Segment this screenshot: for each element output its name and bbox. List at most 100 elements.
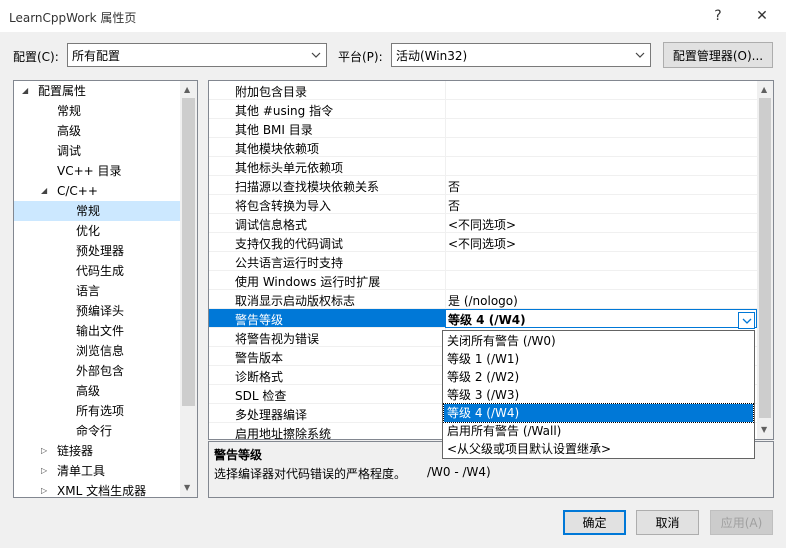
tree-scrollbar[interactable]: ▲ ▼ [180,81,197,497]
property-name: 启用地址擦除系统 [235,427,332,440]
property-row[interactable]: 取消显示启动版权标志 是 (/nologo) [209,290,757,309]
property-name: 扫描源以查找模块依赖关系 [235,180,380,194]
config-manager-button[interactable]: 配置管理器(O)... [663,42,773,68]
tree-item[interactable]: VC++ 目录 [14,161,180,181]
property-row[interactable]: 附加包含目录 [209,81,757,100]
tree-item[interactable]: 语言 [14,281,180,301]
description-text: 选择编译器对代码错误的严格程度。 [214,467,407,481]
expand-icon[interactable]: ▷ [41,481,51,497]
grid-scrollbar[interactable]: ▲ ▼ [757,81,773,439]
platform-select[interactable]: 活动(Win32) [391,43,651,67]
property-row[interactable]: 警告等级 等级 4 (/W4) [209,309,757,328]
close-button[interactable]: ✕ [742,0,782,32]
scroll-down-icon[interactable]: ▼ [761,425,767,434]
dropdown-option[interactable]: 关闭所有警告 (/W0) [444,332,753,350]
tree-item[interactable]: 浏览信息 [14,341,180,361]
scroll-thumb[interactable] [759,98,771,418]
tree-item[interactable]: 外部包含 [14,361,180,381]
property-name: 调试信息格式 [235,218,308,232]
tree-item-label: 高级 [76,384,101,398]
expand-icon[interactable]: ▷ [41,461,51,481]
property-row[interactable]: 支持仅我的代码调试 <不同选项> [209,233,757,252]
scroll-down-icon[interactable]: ▼ [184,483,190,492]
property-name: 取消显示启动版权标志 [235,294,356,308]
property-row[interactable]: 扫描源以查找模块依赖关系 否 [209,176,757,195]
tree-item[interactable]: 优化 [14,221,180,241]
tree-item[interactable]: 预编译头 [14,301,180,321]
tree-item[interactable]: 所有选项 [14,401,180,421]
property-row[interactable]: 其他 #using 指令 [209,100,757,119]
collapse-icon[interactable]: ◢ [22,81,32,101]
property-row[interactable]: 其他模块依赖项 [209,138,757,157]
tree-item[interactable]: ▷ 清单工具 [14,461,180,481]
dropdown-option[interactable]: 等级 4 (/W4) [443,403,754,423]
scroll-up-icon[interactable]: ▲ [184,85,190,94]
tree-item-label: 常规 [76,204,101,218]
tree-item-label: VC++ 目录 [57,164,122,178]
tree-item[interactable]: 高级 [14,121,180,141]
apply-button: 应用(A) [710,510,773,535]
tree-item-label: 外部包含 [76,364,125,378]
dropdown-option[interactable]: 等级 3 (/W3) [444,386,753,404]
scroll-up-icon[interactable]: ▲ [761,85,767,94]
property-row[interactable]: 其他 BMI 目录 [209,119,757,138]
tree-item[interactable]: 调试 [14,141,180,161]
tree-item[interactable]: ◢ 配置属性 [14,81,180,101]
chevron-down-icon[interactable] [738,312,755,329]
tree-item-label: 命令行 [76,424,113,438]
tree-item[interactable]: 高级 [14,381,180,401]
property-name: 警告版本 [235,351,284,365]
property-value: 否 [448,180,461,194]
property-name: 诊断格式 [235,370,284,384]
tree-item[interactable]: 代码生成 [14,261,180,281]
property-row[interactable]: 调试信息格式 <不同选项> [209,214,757,233]
property-row[interactable]: 将包含转换为导入 否 [209,195,757,214]
dropdown-option[interactable]: 启用所有警告 (/Wall) [444,422,753,440]
property-name: 附加包含目录 [235,85,308,99]
property-row[interactable]: 公共语言运行时支持 [209,252,757,271]
tree-item-label: 预编译头 [76,304,125,318]
tree-item-label: 调试 [57,144,82,158]
tree-item[interactable]: 常规 [14,101,180,121]
window-title: LearnCppWork 属性页 [9,11,137,25]
property-name: 公共语言运行时支持 [235,256,344,270]
tree-item-label: 常规 [57,104,82,118]
tree-item[interactable]: ▷ XML 文档生成器 [14,481,180,497]
tree-item-label: 链接器 [57,444,94,458]
tree-item-label: C/C++ [57,184,98,198]
tree-item[interactable]: 预处理器 [14,241,180,261]
property-row[interactable]: 其他标头单元依赖项 [209,157,757,176]
cancel-button[interactable]: 取消 [636,510,699,535]
dropdown-option[interactable]: 等级 1 (/W1) [444,350,753,368]
tree-item-label: 高级 [57,124,82,138]
description-switches: /W0 - /W4) [427,465,491,479]
expand-icon[interactable]: ▷ [41,441,51,461]
warning-level-dropdown: 关闭所有警告 (/W0) 等级 1 (/W1) 等级 2 (/W2) 等级 3 (/W… [442,330,755,459]
title-bar: LearnCppWork 属性页 ? ✕ [0,0,786,32]
tree-item[interactable]: 命令行 [14,421,180,441]
dropdown-option[interactable]: <从父级或项目默认设置继承> [444,440,753,458]
property-name: 支持仅我的代码调试 [235,237,344,251]
config-label: 配置(C): [13,50,59,64]
platform-label: 平台(P): [338,50,383,64]
help-button[interactable]: ? [698,0,738,32]
ok-button[interactable]: 确定 [563,510,626,535]
scroll-thumb[interactable] [182,98,195,406]
config-select[interactable]: 所有配置 [67,43,327,67]
property-value: 否 [448,199,461,213]
tree-item[interactable]: 输出文件 [14,321,180,341]
tree-item-label: 语言 [76,284,101,298]
tree-item-label: 代码生成 [76,264,125,278]
tree-item[interactable]: 常规 [14,201,180,221]
collapse-icon[interactable]: ◢ [41,181,51,201]
property-name: 将包含转换为导入 [235,199,332,213]
tree-item-label: 浏览信息 [76,344,125,358]
property-tree: ▲ ▼ ◢ 配置属性 常规 高级 调试 VC++ 目录 ◢ C/C++ 常规 优化 预处理器 代码生成… [13,80,198,498]
config-value: 所有配置 [72,48,121,63]
property-row[interactable]: 使用 Windows 运行时扩展 [209,271,757,290]
tree-item[interactable]: ▷ 链接器 [14,441,180,461]
dropdown-option[interactable]: 等级 2 (/W2) [444,368,753,386]
tree-item[interactable]: ◢ C/C++ [14,181,180,201]
property-name: 使用 Windows 运行时扩展 [235,275,381,289]
property-name: 多处理器编译 [235,408,308,422]
